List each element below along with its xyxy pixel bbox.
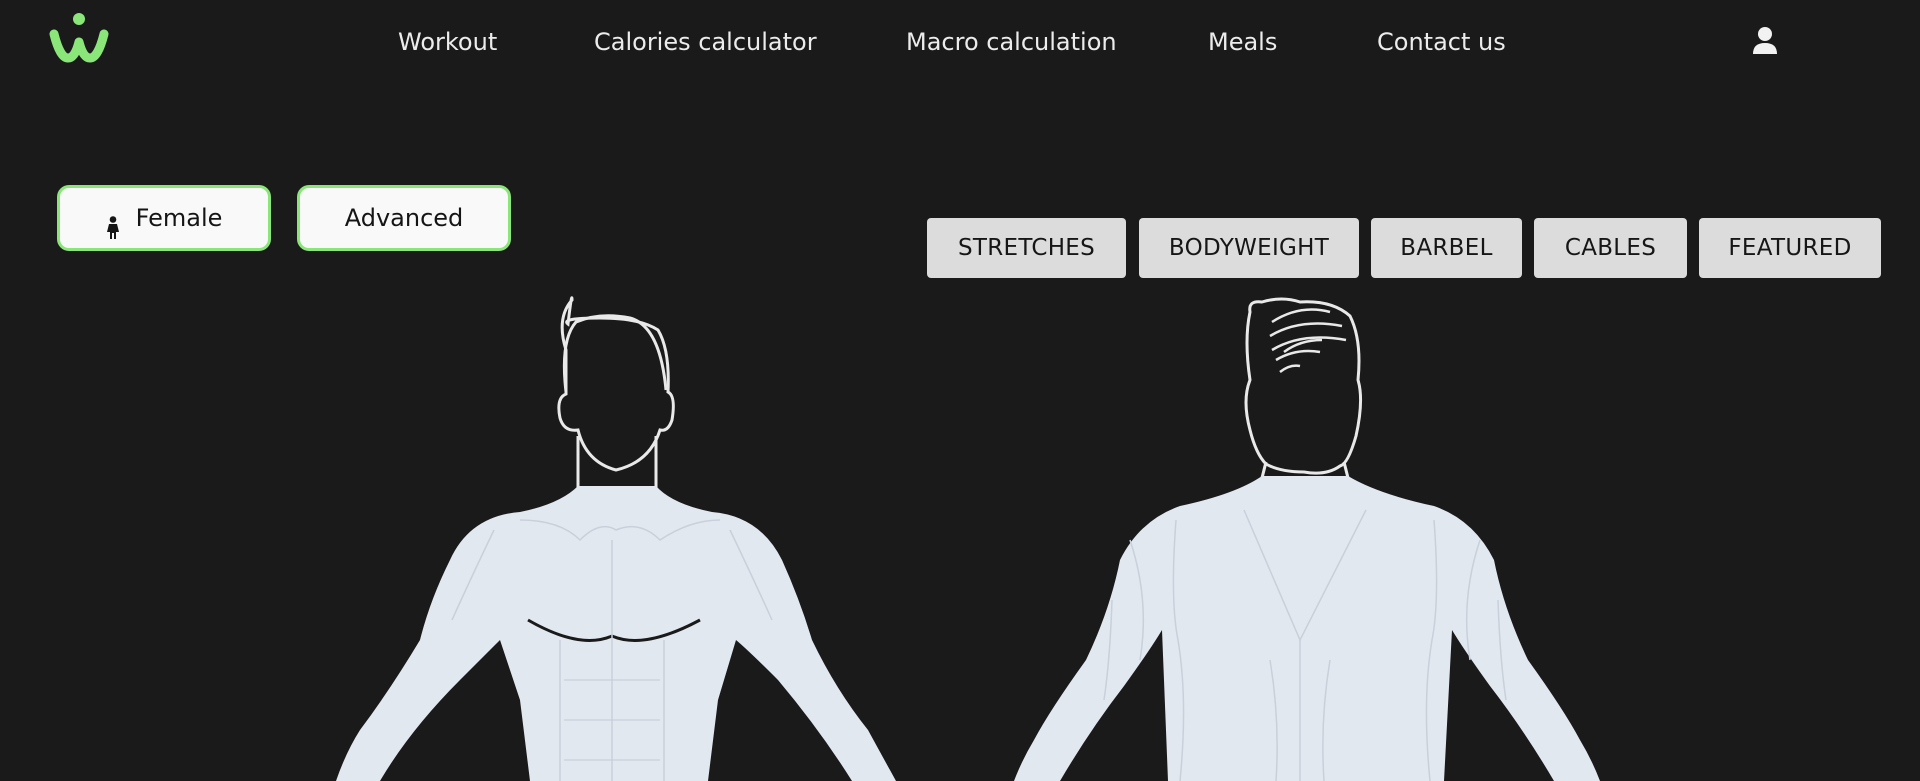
workout-page: Workout Calories calculator Macro calcul… (0, 0, 1920, 781)
back-neck-right (1342, 461, 1350, 479)
body-diagrams (336, 296, 1600, 781)
front-body (336, 296, 896, 781)
back-body (1014, 297, 1600, 781)
back-neck-left (1260, 461, 1268, 479)
back-hair-strands (1269, 308, 1347, 373)
back-torso[interactable] (1014, 476, 1600, 781)
